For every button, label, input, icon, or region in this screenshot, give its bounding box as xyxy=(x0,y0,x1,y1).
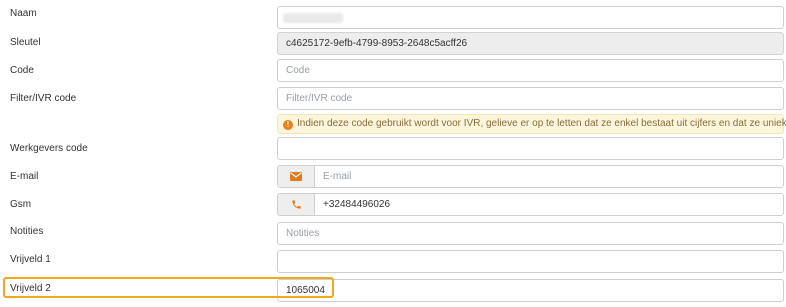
ivr-warning-text: Indien deze code gebruikt wordt voor IVR… xyxy=(297,118,786,129)
werkgevers-input[interactable] xyxy=(277,137,784,160)
gsm-input[interactable]: +32484496026 xyxy=(315,194,783,215)
werkgevers-label: Werkgevers code xyxy=(10,143,88,154)
email-input-group: E-mail xyxy=(277,165,784,188)
vrijveld1-input[interactable] xyxy=(277,250,784,273)
phone-icon xyxy=(278,194,315,215)
filter-ivr-input[interactable]: Filter/IVR code xyxy=(277,87,784,110)
vrijveld1-label: Vrijveld 1 xyxy=(10,254,51,265)
naam-input[interactable] xyxy=(277,6,784,29)
sleutel-field: c4625172-9efb-4799-8953-2648c5acff26 xyxy=(277,32,784,55)
gsm-row: Gsm +32484496026 xyxy=(0,193,786,221)
notities-row: Notities Notities xyxy=(0,222,786,250)
envelope-icon xyxy=(278,166,315,187)
vrijveld2-highlight xyxy=(3,277,334,298)
werkgevers-row: Werkgevers code xyxy=(0,137,786,165)
sleutel-row: Sleutel c4625172-9efb-4799-8953-2648c5ac… xyxy=(0,32,786,60)
email-label: E-mail xyxy=(10,171,39,182)
code-row: Code Code xyxy=(0,59,786,87)
gsm-input-group: +32484496026 xyxy=(277,193,784,216)
code-input[interactable]: Code xyxy=(277,59,784,82)
filter-ivr-row: Filter/IVR code Filter/IVR code xyxy=(0,87,786,115)
notities-input[interactable]: Notities xyxy=(277,222,784,245)
gsm-label: Gsm xyxy=(10,199,32,210)
notities-label: Notities xyxy=(10,226,44,237)
warning-icon: ! xyxy=(283,120,293,130)
sleutel-label: Sleutel xyxy=(10,37,41,48)
email-input[interactable]: E-mail xyxy=(315,166,783,187)
ivr-warning: ! Indien deze code gebruikt wordt voor IV… xyxy=(277,114,786,134)
naam-row: Naam xyxy=(0,6,786,34)
email-row: E-mail E-mail xyxy=(0,165,786,193)
redacted-value xyxy=(283,13,343,23)
filter-ivr-label: Filter/IVR code xyxy=(10,93,77,104)
code-label: Code xyxy=(10,65,34,76)
vrijveld2-input[interactable]: 1065004 xyxy=(277,279,784,302)
vrijveld1-row: Vrijveld 1 xyxy=(0,250,786,278)
naam-label: Naam xyxy=(10,8,37,19)
